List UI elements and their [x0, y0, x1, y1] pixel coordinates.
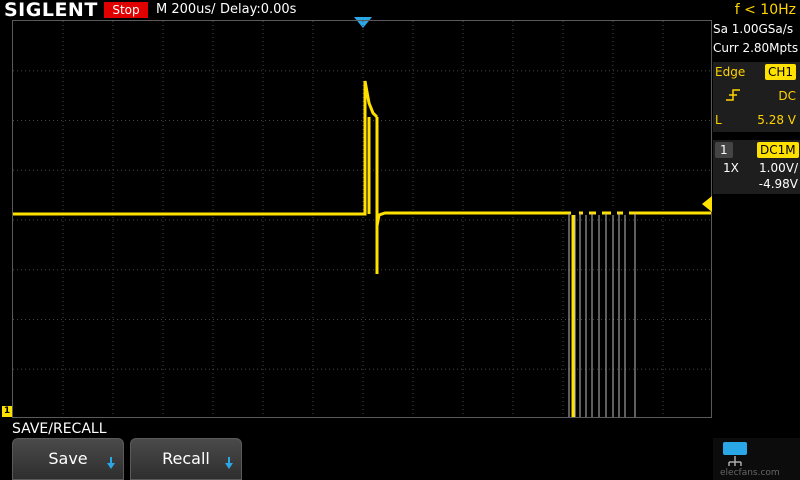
glitch-lines: [568, 213, 636, 417]
channel1-panel[interactable]: 1 DC1M 1X 1.00V/ -4.98V: [713, 140, 800, 194]
recall-button[interactable]: Recall: [130, 438, 242, 480]
waveform-display[interactable]: [12, 20, 712, 418]
timebase-readout[interactable]: M 200us/: [156, 2, 216, 18]
down-arrow-icon: [107, 457, 115, 469]
watermark: elecfans.com: [720, 468, 780, 478]
brand-logo: SIGLENT: [4, 0, 98, 21]
run-stop-status-badge[interactable]: Stop: [104, 2, 148, 18]
top-status-bar: SIGLENT Stop M 200us/ Delay:0.00s f < 10…: [0, 0, 800, 21]
trigger-source-badge[interactable]: CH1: [765, 64, 797, 80]
frequency-readout: f < 10Hz: [734, 2, 796, 18]
channel1-ground-marker[interactable]: 1: [2, 406, 12, 417]
vertical-offset: -4.98V: [758, 177, 798, 191]
channel-number-badge: 1: [715, 142, 733, 158]
vertical-scale: 1.00V/: [759, 161, 798, 175]
trigger-coupling: DC: [778, 89, 796, 103]
rising-edge-icon: [726, 89, 740, 101]
trigger-level-marker-icon[interactable]: [702, 196, 712, 212]
channel-coupling-badge[interactable]: DC1M: [757, 142, 799, 158]
waveform-grid: [13, 21, 711, 417]
trigger-level-value: 5.28 V: [757, 113, 796, 127]
trigger-panel[interactable]: Edge CH1 DC L 5.28 V: [713, 62, 800, 132]
usb-icon: [723, 442, 747, 455]
trigger-type: Edge: [715, 65, 746, 79]
acquisition-info: Sa 1.00GSa/s Curr 2.80Mpts: [713, 20, 800, 58]
memory-depth-readout: Curr 2.80Mpts: [713, 41, 799, 55]
save-button[interactable]: Save: [12, 438, 124, 480]
status-icons-area: elecfans.com: [713, 438, 800, 480]
down-arrow-icon: [225, 457, 233, 469]
sample-rate-readout: Sa 1.00GSa/s: [713, 22, 794, 36]
delay-readout[interactable]: Delay:0.00s: [220, 2, 296, 18]
trigger-level-label: L: [715, 113, 722, 127]
probe-attenuation: 1X: [723, 161, 739, 175]
menu-title: SAVE/RECALL: [12, 421, 107, 437]
